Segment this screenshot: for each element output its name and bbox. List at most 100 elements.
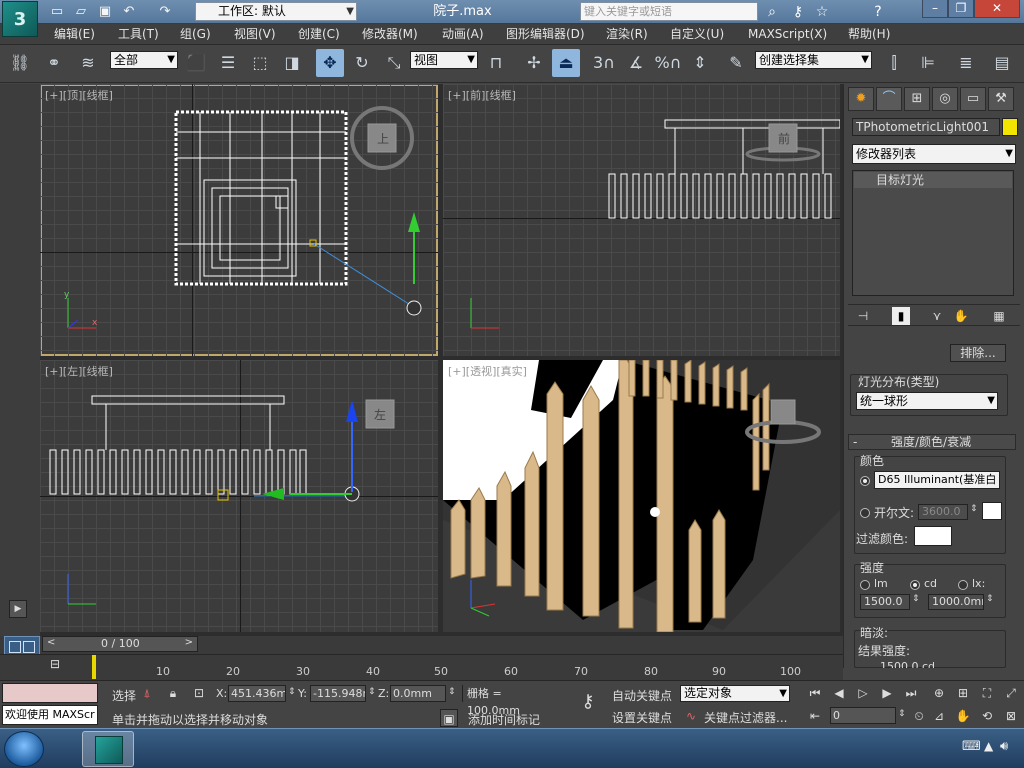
lx-radio[interactable] [958, 580, 968, 590]
undo-icon[interactable]: ↶ [120, 3, 138, 21]
time-slider-thumb[interactable]: < 0 / 100 > [42, 636, 198, 652]
next-frame-icon[interactable]: ▶ [878, 684, 896, 702]
menu-tools[interactable]: 工具(T) [118, 26, 159, 43]
align-icon[interactable]: ⊫ [914, 49, 942, 77]
configure-sets-icon[interactable]: ▦ [990, 307, 1008, 325]
mirror-icon[interactable]: ⫿ [880, 49, 908, 77]
distribution-dropdown[interactable]: 统一球形 ▼ [856, 392, 998, 410]
menu-animation[interactable]: 动画(A) [442, 26, 484, 43]
select-and-move-icon[interactable]: ✥ [316, 49, 344, 77]
pan-view-icon[interactable]: ✋ [954, 707, 972, 725]
kelvin-spinner-icon[interactable]: ⇕ [970, 504, 978, 514]
add-time-tag[interactable]: 添加时间标记 [468, 711, 540, 728]
modifier-list-dropdown[interactable]: 修改器列表 ▼ [852, 144, 1016, 164]
angle-snap-icon[interactable]: ∡ [622, 49, 650, 77]
new-file-icon[interactable]: ▭ [48, 3, 66, 21]
rectangular-selection-icon[interactable]: ⬚ [246, 49, 274, 77]
isolate-selection-icon[interactable]: ⍋ [138, 684, 156, 702]
field-of-view-icon[interactable]: ⊿ [930, 707, 948, 725]
star-icon[interactable]: ☆ [812, 2, 832, 22]
orbit-icon[interactable]: ⟲ [978, 707, 996, 725]
binoculars-icon[interactable]: ⌕ [762, 2, 782, 22]
window-crossing-icon[interactable]: ◨ [278, 49, 306, 77]
set-key-button[interactable]: 设置关键点 [612, 709, 672, 726]
maximize-viewport-icon[interactable]: ⊠ [1002, 707, 1020, 725]
stack-item[interactable]: 目标灯光 [854, 172, 1012, 188]
app-logo-icon[interactable]: 3 [2, 1, 38, 37]
modifier-stack[interactable]: 目标灯光 [852, 170, 1014, 296]
snaps-toggle-icon[interactable]: 3∩ [590, 49, 618, 77]
object-name-field[interactable]: TPhotometricLight001 [852, 118, 1000, 136]
key-mode-toggle-icon[interactable]: ⇤ [806, 707, 824, 725]
motion-tab-icon[interactable]: ◎ [932, 87, 958, 111]
selection-filter-dropdown[interactable]: 全部 ▼ [110, 51, 178, 69]
intensity-input[interactable]: 1500.0 [860, 594, 910, 610]
edit-named-selection-icon[interactable]: ✎ [722, 49, 750, 77]
go-to-end-icon[interactable]: ⏭ [902, 684, 920, 702]
go-to-start-icon[interactable]: ⏮ [806, 684, 824, 702]
pivot-point-icon[interactable]: ⊓ [482, 49, 510, 77]
x-coord-input[interactable]: 451.436mm [228, 685, 286, 702]
display-tab-icon[interactable]: ▭ [960, 87, 986, 111]
select-and-scale-icon[interactable]: ⤡ [380, 49, 408, 77]
zoom-extents-all-icon[interactable]: ⤢ [1002, 684, 1020, 702]
link-icon[interactable]: ⛓ [6, 49, 34, 77]
cd-radio[interactable] [910, 580, 920, 590]
minimize-button[interactable]: – [922, 0, 948, 18]
lx-distance-input[interactable]: 1000.0mm [928, 594, 984, 610]
kelvin-input[interactable]: 3600.0 [918, 504, 968, 520]
workspace-dropdown[interactable]: 工作区: 默认 ▼ [195, 2, 357, 21]
filter-color-swatch[interactable] [914, 526, 952, 546]
time-tag-icon[interactable]: ▣ [440, 709, 458, 727]
select-manipulate-icon[interactable]: ✢ [520, 49, 548, 77]
menu-views[interactable]: 视图(V) [234, 26, 276, 43]
color-preset-radio[interactable] [860, 476, 870, 486]
maxscript-mini-listener-top[interactable] [2, 683, 98, 703]
menu-maxscript[interactable]: MAXScript(X) [748, 26, 827, 43]
viewport-top[interactable]: [+][顶][线框] 上 y x [40, 84, 438, 356]
spinner-snap-icon[interactable]: ⇕ [686, 49, 714, 77]
frame-spinner-icon[interactable]: ⇕ [898, 709, 906, 719]
tray-expand-icon[interactable]: ▲ [984, 739, 993, 753]
menu-rendering[interactable]: 渲染(R) [606, 26, 648, 43]
save-file-icon[interactable]: ▣ [96, 3, 114, 21]
mini-curve-editor-icon[interactable]: ⊟ [50, 657, 70, 675]
menu-modifiers[interactable]: 修改器(M) [362, 26, 418, 43]
menu-edit[interactable]: 编辑(E) [54, 26, 95, 43]
auto-key-button[interactable]: 自动关键点 [612, 687, 672, 704]
zoom-all-icon[interactable]: ⊞ [954, 684, 972, 702]
redo-icon[interactable]: ↷ [156, 3, 174, 21]
lx-spinner-icon[interactable]: ⇕ [986, 594, 994, 604]
graphite-toolbar-icon[interactable]: ▤ [988, 49, 1016, 77]
menu-group[interactable]: 组(G) [180, 26, 211, 43]
zoom-icon[interactable]: ⊕ [930, 684, 948, 702]
object-color-swatch[interactable] [1002, 118, 1018, 136]
maximize-button[interactable]: ❐ [948, 0, 974, 18]
help-icon[interactable]: ? [868, 2, 888, 22]
pin-stack-icon[interactable]: ⊣ [854, 307, 872, 325]
current-frame-input[interactable]: 0 [830, 707, 896, 724]
reference-coordinate-dropdown[interactable]: 视图 ▼ [410, 51, 478, 69]
volume-icon[interactable]: 🔊︎ [1000, 739, 1008, 754]
keyboard-shortcut-override-icon[interactable]: ⏏ [552, 49, 580, 77]
make-unique-icon[interactable]: ⋎ [928, 307, 946, 325]
select-by-name-icon[interactable]: ☰ [214, 49, 242, 77]
named-selection-set-dropdown[interactable]: 创建选择集 ▼ [755, 51, 872, 69]
search-input[interactable]: 键入关键字或短语 [580, 2, 758, 21]
menu-help[interactable]: 帮助(H) [848, 26, 890, 43]
select-and-rotate-icon[interactable]: ↻ [348, 49, 376, 77]
maxscript-mini-listener[interactable]: 欢迎使用 MAXScr [2, 705, 98, 725]
taskbar-3dsmax-icon[interactable] [82, 731, 134, 767]
menu-graph-editors[interactable]: 图形编辑器(D) [506, 26, 585, 43]
show-end-result-icon[interactable]: ▮ [892, 307, 910, 325]
bind-spacewarp-icon[interactable]: ≋ [74, 49, 102, 77]
z-coord-input[interactable]: 0.0mm [390, 685, 446, 702]
layer-manager-icon[interactable]: ≣ [952, 49, 980, 77]
z-spinner-icon[interactable]: ⇕ [448, 687, 456, 697]
hierarchy-tab-icon[interactable]: ⊞ [904, 87, 930, 111]
unlink-icon[interactable]: ⚭ [40, 49, 68, 77]
keyboard-tray-icon[interactable]: ⌨ [962, 739, 981, 754]
menu-customize[interactable]: 自定义(U) [670, 26, 724, 43]
lm-radio[interactable] [860, 580, 870, 590]
viewport-perspective[interactable]: [+][透视][真实] [443, 360, 840, 632]
